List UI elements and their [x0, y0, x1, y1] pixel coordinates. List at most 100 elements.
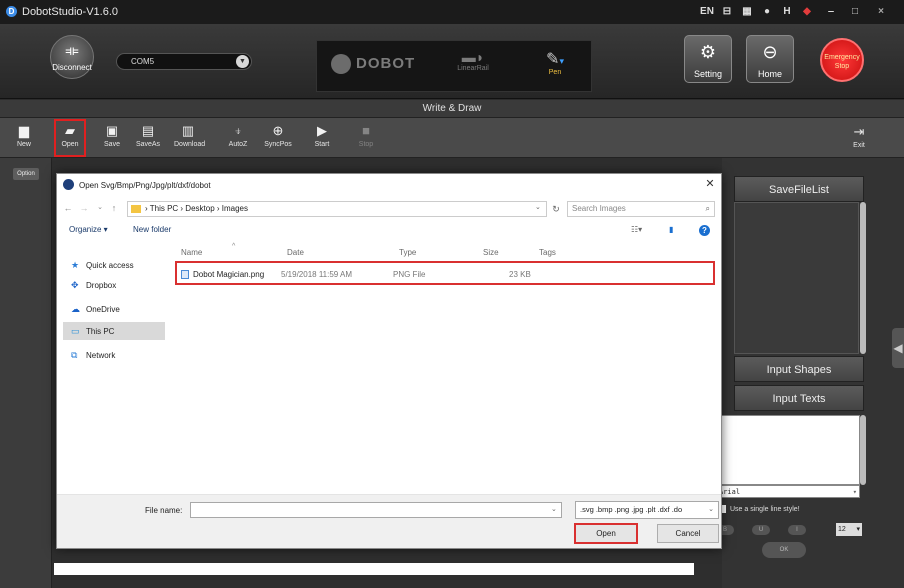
- download-button[interactable]: ▥ Download: [174, 121, 206, 155]
- file-name: Dobot Magician.png: [193, 270, 265, 279]
- navigation-pane: ★ Quick access ✥ Dropbox ☁ OneDrive ▭ This P…: [57, 242, 169, 492]
- save-file-list-header[interactable]: SaveFileList: [734, 176, 864, 202]
- canvas-sheet: [54, 563, 694, 575]
- text-input[interactable]: [716, 415, 860, 485]
- chevron-down-icon[interactable]: ⌄: [535, 203, 545, 215]
- sort-up-icon: ^: [232, 243, 236, 250]
- help-icon[interactable]: ?: [699, 225, 710, 236]
- dobot-brand-text: DOBOT: [356, 54, 416, 72]
- tool-label: Pen: [548, 69, 562, 76]
- up-arrow-icon[interactable]: ↑: [109, 203, 119, 215]
- chevron-down-icon[interactable]: ⌄: [551, 505, 557, 513]
- open-button[interactable]: ▰ Open: [54, 119, 86, 157]
- text-scrollbar[interactable]: [860, 415, 866, 485]
- organize-menu[interactable]: Organize ▾: [69, 225, 108, 234]
- address-row: ← → ⌄ ↑ › This PC › Desktop › Images ⌄ ↻…: [57, 199, 721, 219]
- stop-button[interactable]: ■ Stop: [352, 121, 380, 155]
- new-button[interactable]: ▆ New: [10, 121, 38, 155]
- nav-this-pc[interactable]: ▭ This PC: [63, 322, 165, 340]
- minimize-icon[interactable]: ‒: [824, 5, 838, 19]
- refresh-icon[interactable]: ↻: [549, 202, 563, 216]
- setting-button[interactable]: ⚙ Setting: [684, 35, 732, 83]
- underline-button[interactable]: U: [752, 525, 770, 535]
- home-label: Home: [757, 69, 782, 79]
- open-dialog-button[interactable]: Open: [574, 523, 638, 544]
- start-label: Start: [314, 141, 330, 148]
- font-select[interactable]: Arial ▾: [716, 485, 860, 498]
- input-texts-button[interactable]: Input Texts: [734, 385, 864, 411]
- syncpos-button[interactable]: ⊕ SyncPos: [264, 121, 292, 155]
- syncpos-label: SyncPos: [264, 141, 292, 148]
- column-type[interactable]: Type: [399, 248, 416, 257]
- exit-button[interactable]: ⇥ Exit: [846, 122, 872, 154]
- column-tags[interactable]: Tags: [539, 248, 556, 257]
- option-tab[interactable]: Option: [13, 168, 39, 180]
- command-bar: Organize ▾ New folder ☷▾ ▮ ?: [57, 222, 721, 240]
- linear-rail-icon: ▬◗: [461, 49, 485, 65]
- nav-onedrive[interactable]: ☁ OneDrive: [63, 300, 165, 318]
- download-label: Download: [174, 141, 206, 148]
- dobotstudio-window: D DobotStudio-V1.6.0 EN ⊟ ▦ ● H ◆ ‒ □ × …: [0, 0, 904, 588]
- file-list: ^ Name Date Type Size Tags Dobot Magicia…: [169, 242, 721, 492]
- start-button[interactable]: ▶ Start: [308, 121, 336, 155]
- single-line-checkbox[interactable]: Use a single line style!: [718, 505, 800, 513]
- preview-pane-icon[interactable]: ▮: [669, 225, 679, 236]
- column-name[interactable]: Name: [181, 248, 202, 257]
- forward-arrow-icon[interactable]: →: [79, 203, 89, 215]
- back-arrow-icon[interactable]: ←: [63, 203, 73, 215]
- save-button[interactable]: ▣ Save: [98, 121, 126, 155]
- grid-icon[interactable]: ▦: [740, 5, 754, 19]
- port-select[interactable]: COM5 ▼: [116, 53, 252, 70]
- dialog-title-bar: Open Svg/Bmp/Png/Jpg/plt/dxf/dobot: [57, 174, 721, 196]
- recent-chevron-icon[interactable]: ⌄: [95, 203, 105, 215]
- emergency-stop-button[interactable]: Emergency Stop: [820, 38, 864, 82]
- device-panel: DOBOT ▬◗ LinearRail ✎▾ Pen: [316, 40, 592, 92]
- help-h-icon[interactable]: H: [780, 5, 794, 19]
- nav-dropbox[interactable]: ✥ Dropbox: [63, 276, 165, 294]
- exit-label: Exit: [853, 142, 865, 149]
- stop-label: Stop: [358, 141, 374, 148]
- collapse-panel-handle[interactable]: ◀: [892, 328, 904, 368]
- disconnect-button[interactable]: ⟚ Disconnect: [50, 35, 94, 79]
- save-as-button[interactable]: ▤ SaveAs: [134, 121, 162, 155]
- file-row[interactable]: Dobot Magician.png 5/19/2018 11:59 AM PN…: [175, 261, 715, 285]
- linear-rail-button[interactable]: ▬◗ LinearRail: [447, 49, 499, 85]
- ok-button[interactable]: OK: [762, 542, 806, 558]
- input-shapes-button[interactable]: Input Shapes: [734, 356, 864, 382]
- file-name-input[interactable]: [190, 502, 562, 518]
- image-file-icon: [181, 270, 189, 280]
- star-icon: ★: [71, 260, 80, 270]
- nav-label: Quick access: [86, 261, 134, 270]
- dialog-close-icon[interactable]: ✕: [703, 177, 717, 191]
- italic-button[interactable]: I: [788, 525, 806, 535]
- nav-quick-access[interactable]: ★ Quick access: [63, 256, 165, 274]
- dialog-footer: File name: ⌄ .svg .bmp .png .jpg .plt .d…: [57, 494, 721, 548]
- column-date[interactable]: Date: [287, 248, 304, 257]
- maximize-icon[interactable]: □: [848, 5, 862, 19]
- column-size[interactable]: Size: [483, 248, 499, 257]
- view-options-icon[interactable]: ☷▾: [631, 225, 642, 236]
- nav-network[interactable]: ⧉ Network: [63, 346, 165, 364]
- chevron-down-icon: ▼: [236, 55, 249, 68]
- dobot-app-icon: [63, 179, 74, 190]
- file-type-select[interactable]: .svg .bmp .png .jpg .plt .dxf .do ⌄: [575, 501, 719, 519]
- new-folder-button[interactable]: New folder: [133, 225, 171, 234]
- font-size-select[interactable]: 12 ▾: [836, 523, 862, 536]
- tool-select[interactable]: ✎▾ Pen: [535, 49, 575, 85]
- address-bar[interactable]: › This PC › Desktop › Images: [127, 201, 547, 217]
- mail-icon[interactable]: ⊟: [720, 5, 734, 19]
- weibo-icon[interactable]: ◆: [800, 5, 814, 19]
- save-file-list[interactable]: [734, 202, 859, 354]
- app-logo-icon: D: [6, 6, 17, 17]
- autoz-label: AutoZ: [228, 141, 248, 148]
- search-input[interactable]: Search Images ⌕: [567, 201, 715, 217]
- file-type-filter: .svg .bmp .png .jpg .plt .dxf .do: [580, 505, 683, 514]
- language-icon[interactable]: EN: [700, 5, 714, 19]
- cancel-button[interactable]: Cancel: [657, 524, 719, 543]
- close-icon[interactable]: ×: [874, 5, 888, 19]
- autoz-button[interactable]: ⍖ AutoZ: [224, 121, 252, 155]
- record-icon[interactable]: ●: [760, 5, 774, 19]
- home-button[interactable]: ⊖ Home: [746, 35, 794, 83]
- single-line-label: Use a single line style!: [730, 505, 800, 513]
- save-file-scrollbar[interactable]: [860, 202, 866, 354]
